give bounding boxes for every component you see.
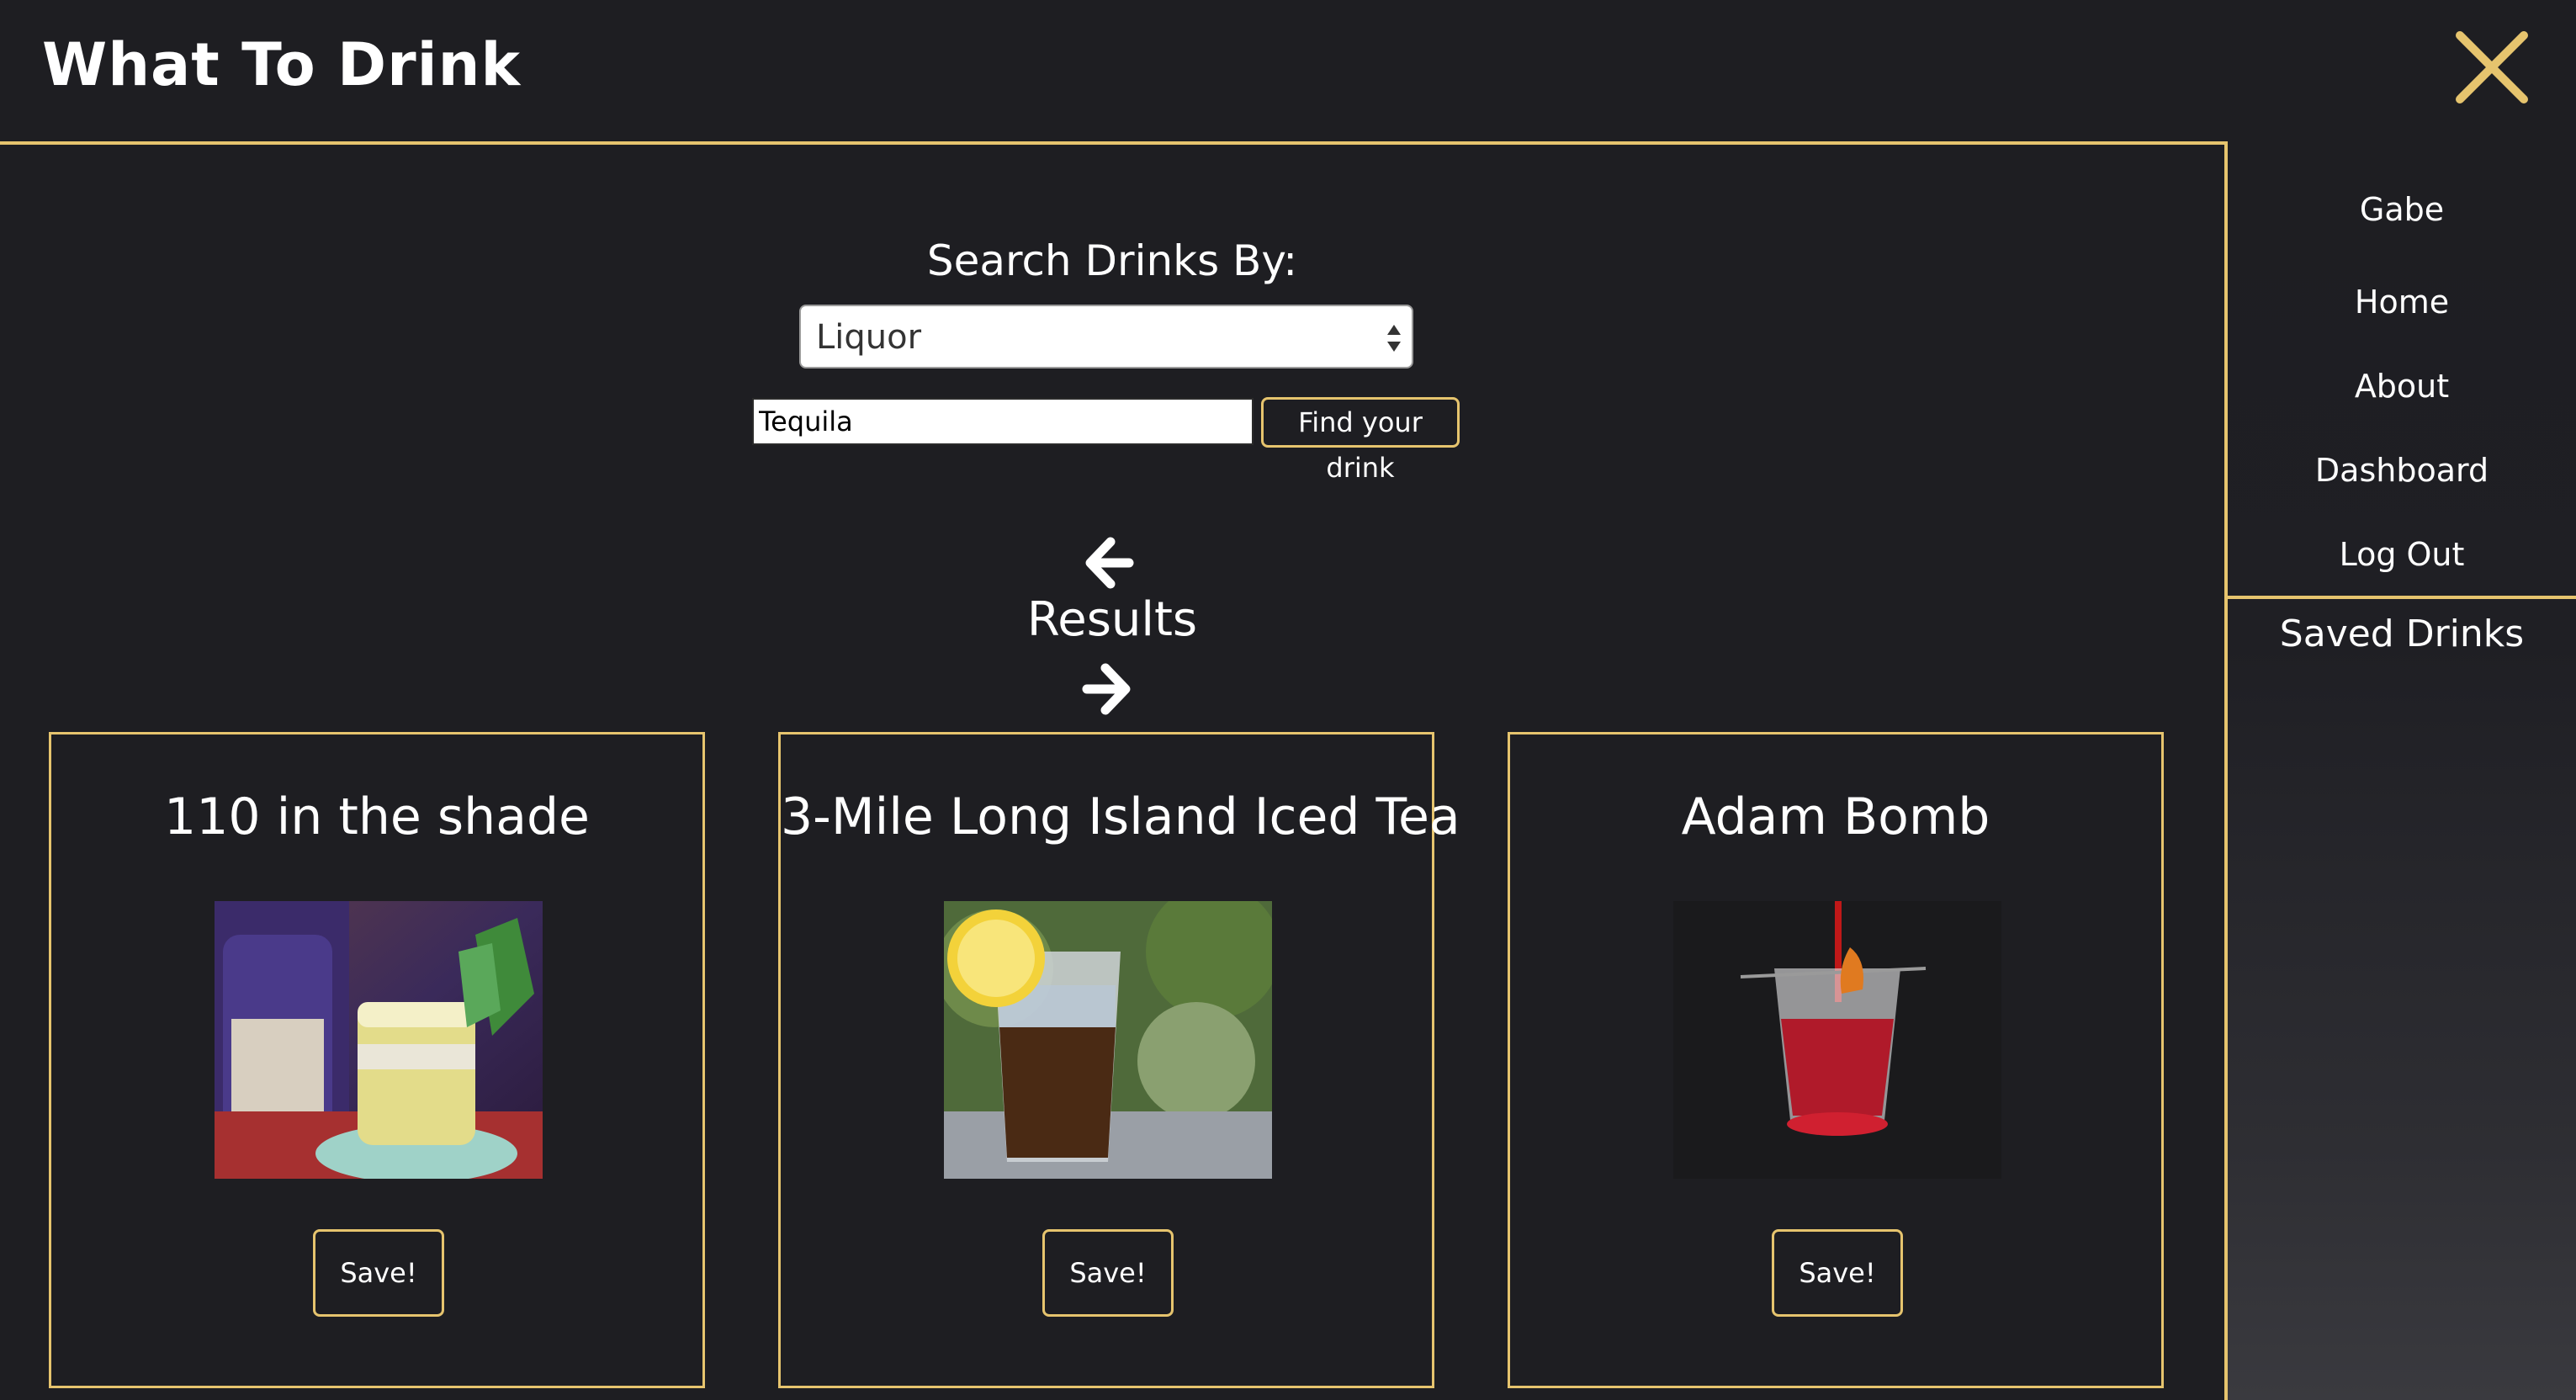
- nav-log-out[interactable]: Log Out: [2228, 533, 2576, 575]
- main-panel: Search Drinks By: Liquor Find your drink…: [0, 141, 2228, 1400]
- search-input[interactable]: [752, 398, 1254, 445]
- save-button[interactable]: Save!: [313, 1229, 444, 1317]
- arrow-left-icon: [1085, 537, 1134, 589]
- drink-card-title: 110 in the shade: [164, 788, 590, 846]
- nav-dashboard[interactable]: Dashboard: [2228, 449, 2576, 491]
- header: What To Drink: [0, 0, 2576, 141]
- save-button[interactable]: Save!: [1042, 1229, 1174, 1317]
- drink-card-image: [944, 901, 1272, 1179]
- select-arrows-icon: [1385, 318, 1403, 358]
- results-heading: Results: [1026, 592, 1198, 647]
- find-drink-button[interactable]: Find your drink: [1261, 397, 1460, 484]
- drink-card-title: 3-Mile Long Island Iced Tea: [781, 788, 1460, 846]
- drink-card: Adam Bomb Save!: [1508, 732, 2164, 1388]
- drink-card-title: Adam Bomb: [1681, 788, 1990, 846]
- sidebar-divider: [2228, 596, 2576, 599]
- save-button[interactable]: Save!: [1772, 1229, 1903, 1317]
- arrow-right-icon: [1082, 663, 1131, 715]
- nav-about[interactable]: About: [2228, 365, 2576, 407]
- drink-card-image: [215, 901, 543, 1179]
- sidebar: Gabe Home About Dashboard Log Out Saved …: [2228, 141, 2576, 1400]
- app-title: What To Drink: [42, 30, 522, 99]
- search-type-select-value: Liquor: [816, 318, 922, 357]
- nav-home[interactable]: Home: [2228, 281, 2576, 323]
- close-x-icon: [2456, 31, 2528, 103]
- nav-user-name[interactable]: Gabe: [2228, 188, 2576, 231]
- next-results-button[interactable]: [1079, 660, 1137, 719]
- close-button[interactable]: [2450, 25, 2534, 109]
- drink-card: 110 in the shade Save!: [49, 732, 705, 1388]
- search-type-select[interactable]: Liquor: [799, 305, 1413, 369]
- search-heading: Search Drinks By:: [926, 236, 1298, 285]
- drink-card: 3-Mile Long Island Iced Tea Save!: [778, 732, 1460, 1388]
- app: What To Drink Search Drinks By: Liquor F…: [0, 0, 2576, 1400]
- prev-results-button[interactable]: [1079, 533, 1137, 592]
- saved-drinks-heading: Saved Drinks: [2279, 612, 2525, 655]
- drink-card-image: [1673, 901, 2001, 1179]
